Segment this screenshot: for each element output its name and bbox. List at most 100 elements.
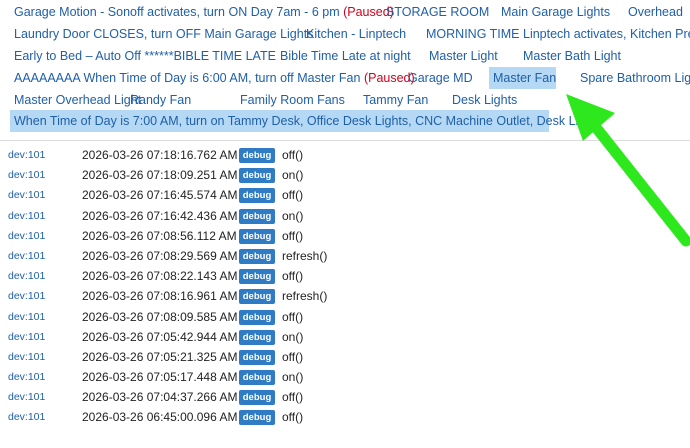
filter-item-label: Desk Lights	[452, 93, 518, 107]
debug-badge[interactable]: debug	[239, 370, 275, 386]
log-timestamp: 2026-03-26 07:05:21.325 AM	[82, 349, 238, 364]
filter-item[interactable]: Overhead	[624, 1, 687, 23]
filter-item-label: Garage Motion - Sonoff activates, turn O…	[14, 5, 340, 19]
debug-badge[interactable]: debug	[239, 390, 275, 406]
filter-item-label: Laundry Door CLOSES, turn OFF Main Garag…	[14, 27, 314, 41]
device-link[interactable]: dev:101	[8, 230, 45, 242]
log-timestamp: 2026-03-26 07:08:56.112 AM	[82, 228, 237, 243]
filter-item-label: Tammy Fan	[363, 93, 429, 107]
log-row: dev:101 2026-03-26 07:18:16.762 AM debug of…	[0, 146, 690, 166]
filter-item[interactable]: Kitchen - Linptech	[302, 23, 410, 45]
filter-item[interactable]: Randy Fan	[126, 89, 195, 111]
filter-item-label: Randy Fan	[130, 93, 192, 107]
log-row: dev:101 2026-03-26 07:16:42.436 AM debug on…	[0, 207, 690, 227]
log-row: dev:101 2026-03-26 07:18:09.251 AM debug on…	[0, 166, 690, 186]
device-link[interactable]: dev:101	[8, 210, 45, 222]
filter-item-label: Master Overhead Light	[14, 93, 142, 107]
log-timestamp: 2026-03-26 06:45:00.096 AM	[82, 410, 238, 425]
log-row: dev:101 2026-03-26 07:16:45.574 AM debug of…	[0, 186, 690, 206]
debug-badge[interactable]: debug	[239, 208, 275, 224]
device-link[interactable]: dev:101	[8, 290, 45, 302]
filter-item[interactable]: Main Garage Lights	[497, 1, 614, 23]
debug-badge[interactable]: debug	[239, 329, 275, 345]
filter-item[interactable]: Bible Time Late at night	[276, 45, 415, 67]
log-message: refresh()	[282, 289, 328, 304]
device-link[interactable]: dev:101	[8, 270, 45, 282]
log-row: dev:101 2026-03-26 07:05:42.944 AM debug on…	[0, 328, 690, 348]
log-message: on()	[282, 329, 304, 344]
log-row: dev:101 2026-03-26 07:08:22.143 AM debug of…	[0, 267, 690, 287]
device-link[interactable]: dev:101	[8, 149, 45, 161]
debug-badge[interactable]: debug	[239, 309, 275, 325]
log-message: off()	[282, 188, 304, 203]
log-row: dev:101 2026-03-26 07:04:37.266 AM debug of…	[0, 388, 690, 408]
filter-item-label: AAAAAAAA When Time of Day is 6:00 AM, tu…	[14, 71, 361, 85]
device-link[interactable]: dev:101	[8, 391, 45, 403]
debug-badge[interactable]: debug	[239, 289, 275, 305]
log-row: dev:101 2026-03-26 07:08:56.112 AM debug of…	[0, 227, 690, 247]
log-timestamp: 2026-03-26 07:18:16.762 AM	[82, 148, 238, 162]
log-message: on()	[282, 168, 304, 183]
filter-item[interactable]: Garage MD	[404, 67, 477, 89]
filter-item[interactable]: Laundry Door CLOSES, turn OFF Main Garag…	[10, 23, 317, 45]
device-link[interactable]: dev:101	[8, 311, 45, 323]
filter-item-label: STORAGE ROOM	[386, 5, 490, 19]
device-link[interactable]: dev:101	[8, 331, 45, 343]
log-timestamp: 2026-03-26 07:16:45.574 AM	[82, 188, 238, 203]
filter-item[interactable]: Master Bath Light	[519, 45, 625, 67]
debug-badge[interactable]: debug	[239, 168, 275, 184]
debug-badge[interactable]: debug	[239, 410, 275, 426]
filter-item[interactable]: Tammy Fan	[359, 89, 432, 111]
debug-badge[interactable]: debug	[239, 148, 275, 163]
device-link[interactable]: dev:101	[8, 250, 45, 262]
device-link[interactable]: dev:101	[8, 371, 45, 383]
filter-item[interactable]: When Time of Day is 7:00 AM, turn on Tam…	[10, 110, 602, 132]
log-message: off()	[282, 228, 304, 243]
log-message: off()	[282, 148, 304, 162]
filter-item-label: Bible Time Late at night	[280, 49, 411, 63]
debug-badge[interactable]: debug	[239, 228, 275, 244]
log-timestamp: 2026-03-26 07:08:29.569 AM	[82, 248, 238, 263]
log-list: dev:101 2026-03-26 07:18:16.762 AM debug of…	[0, 146, 690, 429]
filter-item[interactable]: Family Room Fans	[236, 89, 349, 111]
filter-item-label: Main Garage Lights	[501, 5, 611, 19]
filter-item[interactable]: Master Light	[425, 45, 502, 67]
log-timestamp: 2026-03-26 07:05:17.448 AM	[82, 370, 238, 385]
filter-item[interactable]: AAAAAAAA When Time of Day is 6:00 AM, tu…	[10, 67, 419, 89]
log-row: dev:101 2026-03-26 07:08:29.569 AM debug re…	[0, 247, 690, 267]
filter-item[interactable]: MORNING TIME Linptech activates, Kitchen…	[422, 23, 690, 45]
filter-item-label: Spare Bathroom Lig	[580, 71, 690, 85]
filter-item[interactable]: Master Overhead Light	[10, 89, 145, 111]
filter-item[interactable]: Master Fan	[489, 67, 556, 89]
device-link[interactable]: dev:101	[8, 411, 45, 423]
debug-badge[interactable]: debug	[239, 349, 275, 365]
debug-badge[interactable]: debug	[239, 269, 275, 285]
filter-item-label: Family Room Fans	[240, 93, 345, 107]
filter-item[interactable]: Spare Bathroom Lig	[576, 67, 690, 89]
log-message: on()	[282, 370, 304, 385]
device-link[interactable]: dev:101	[8, 351, 45, 363]
log-row: dev:101 2026-03-26 06:45:00.096 AM debug of…	[0, 408, 690, 428]
log-message: off()	[282, 390, 304, 405]
filter-item[interactable]: STORAGE ROOM	[382, 1, 493, 23]
device-link[interactable]: dev:101	[8, 189, 45, 201]
filter-list: Garage Motion - Sonoff activates, turn O…	[0, 0, 690, 141]
filter-item[interactable]: Desk Lights	[448, 89, 521, 111]
filter-item-label: MORNING TIME Linptech activates, Kitchen…	[426, 27, 690, 41]
filter-item-label: Early to Bed – Auto Off ******BIBLE TIME…	[14, 49, 276, 63]
log-row: dev:101 2026-03-26 07:08:16.961 AM debug re…	[0, 287, 690, 307]
log-row: dev:101 2026-03-26 07:05:21.325 AM debug of…	[0, 348, 690, 368]
log-timestamp: 2026-03-26 07:08:09.585 AM	[82, 309, 238, 324]
log-timestamp: 2026-03-26 07:05:42.944 AM	[82, 329, 238, 344]
filter-item-label: Master Fan	[493, 71, 557, 85]
filter-item[interactable]: Garage Motion - Sonoff activates, turn O…	[10, 1, 398, 23]
log-timestamp: 2026-03-26 07:08:22.143 AM	[82, 269, 238, 284]
debug-badge[interactable]: debug	[239, 188, 275, 204]
debug-badge[interactable]: debug	[239, 248, 275, 264]
filter-item[interactable]: Early to Bed – Auto Off ******BIBLE TIME…	[10, 45, 280, 67]
log-message: on()	[282, 208, 304, 223]
device-link[interactable]: dev:101	[8, 169, 45, 181]
filter-item-label: Master Bath Light	[523, 49, 621, 63]
log-timestamp: 2026-03-26 07:16:42.436 AM	[82, 208, 238, 223]
log-row: dev:101 2026-03-26 07:08:09.585 AM debug of…	[0, 308, 690, 328]
